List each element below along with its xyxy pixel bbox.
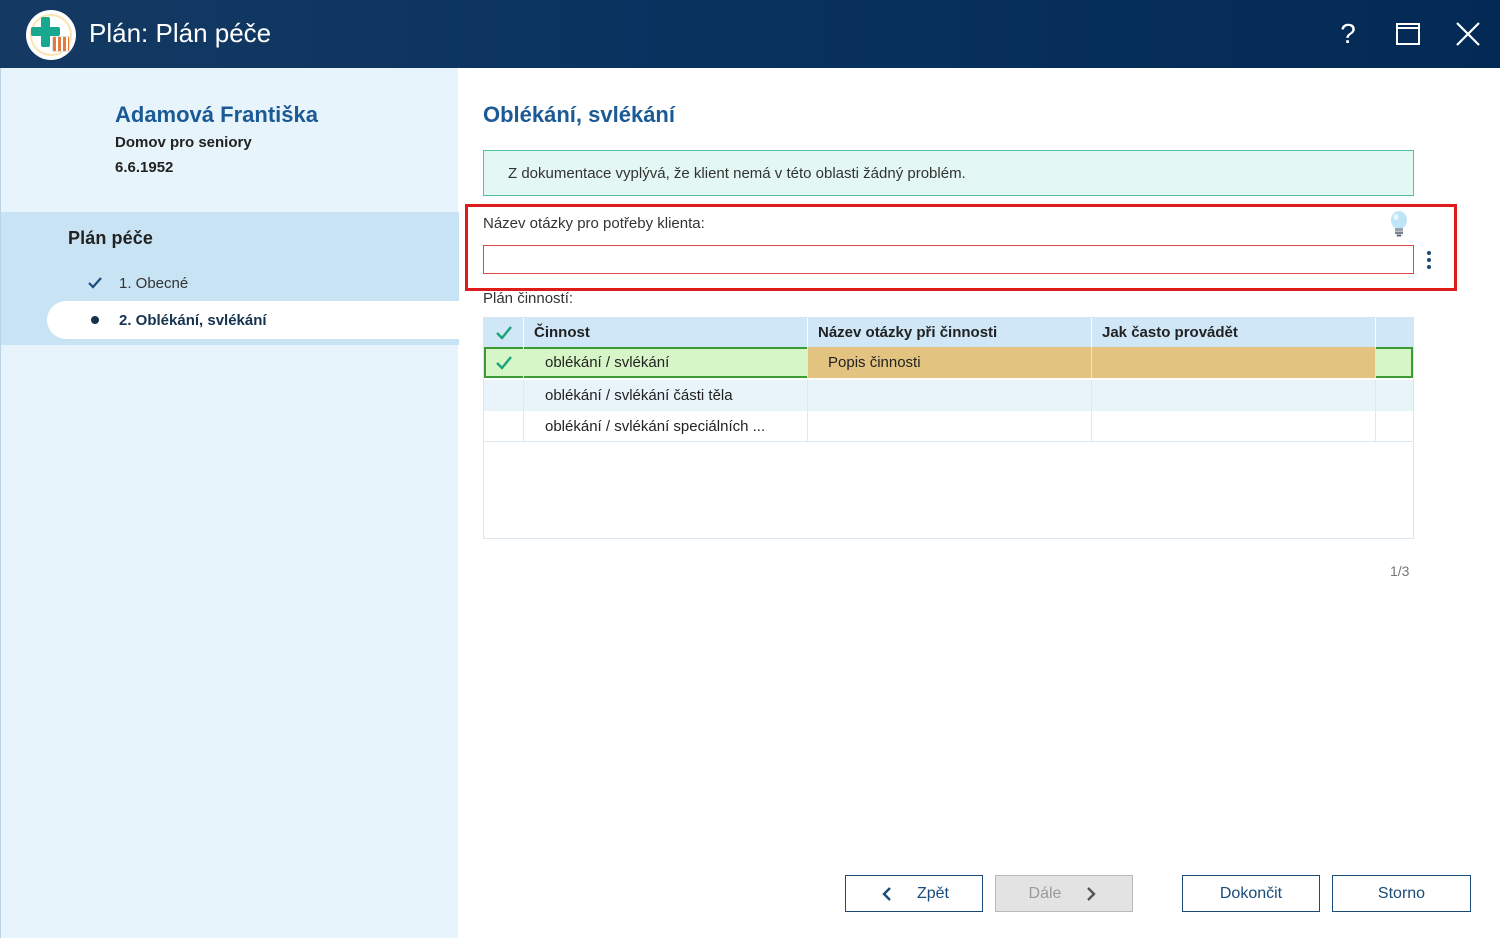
- question-label: Název otázky pro potřeby klienta:: [483, 215, 705, 232]
- question-cell[interactable]: Popis činnosti: [808, 347, 1092, 378]
- row-checkbox[interactable]: [484, 380, 524, 411]
- select-all-checkbox[interactable]: [484, 318, 524, 347]
- maximize-button[interactable]: [1386, 12, 1430, 56]
- question-cell[interactable]: [808, 380, 1092, 411]
- help-button[interactable]: ?: [1326, 12, 1370, 56]
- nav-step-label: 1. Obecné: [119, 274, 189, 292]
- frequency-cell[interactable]: [1092, 380, 1376, 411]
- back-button-label: Zpět: [916, 884, 949, 902]
- nav-step-dressing[interactable]: 2. Oblékání, svlékání: [47, 301, 459, 339]
- activity-cell[interactable]: oblékání / svlékání části těla: [524, 380, 808, 411]
- column-header-question[interactable]: Název otázky při činnosti: [808, 318, 1092, 347]
- row-checkbox[interactable]: [484, 411, 524, 442]
- finish-button-label: Dokončit: [1219, 884, 1283, 902]
- back-button[interactable]: Zpět: [845, 875, 983, 912]
- grid-pager: 1/3: [1390, 563, 1410, 579]
- grid-header: Činnost Název otázky při činnosti Jak ča…: [484, 318, 1413, 347]
- chevron-left-icon: [882, 886, 891, 901]
- info-message: Z dokumentace vyplývá, že klient nemá v …: [483, 150, 1414, 196]
- nav-step-label: 2. Oblékání, svlékání: [119, 311, 267, 329]
- help-icon: ?: [1340, 18, 1356, 49]
- row-checkbox[interactable]: [484, 347, 524, 378]
- frequency-cell[interactable]: [1092, 347, 1376, 378]
- step-navigation: Plán péče 1. Obecné 2. Oblékání, svlékán…: [1, 212, 459, 345]
- page-title: Oblékání, svlékání: [483, 102, 675, 127]
- table-row[interactable]: oblékání / svlékání Popis činnosti: [484, 347, 1413, 378]
- patient-name: Adamová Františka: [115, 102, 318, 127]
- chevron-right-icon: [1087, 886, 1097, 901]
- nav-step-general[interactable]: 1. Obecné: [47, 264, 459, 302]
- column-header-activity[interactable]: Činnost: [524, 318, 808, 347]
- app-logo-icon: [26, 10, 76, 60]
- info-message-text: Z dokumentace vyplývá, že klient nemá v …: [508, 164, 966, 182]
- window-title: Plán: Plán péče: [89, 18, 272, 48]
- extra-cell: [1376, 347, 1413, 378]
- table-row[interactable]: oblékání / svlékání speciálních ...: [484, 411, 1413, 442]
- cancel-button-label: Storno: [1377, 884, 1426, 902]
- left-panel: Adamová Františka Domov pro seniory 6.6.…: [0, 68, 459, 938]
- activity-cell[interactable]: oblékání / svlékání speciálních ...: [524, 411, 808, 442]
- column-header-frequency[interactable]: Jak často provádět: [1092, 318, 1376, 347]
- checkmark-icon: [88, 277, 102, 289]
- column-header-extra: [1376, 318, 1413, 347]
- activity-plan-label: Plán činností:: [483, 290, 574, 307]
- bullet-icon: [91, 316, 99, 324]
- patient-organization: Domov pro seniory: [115, 134, 252, 151]
- activity-cell[interactable]: oblékání / svlékání: [524, 347, 808, 378]
- next-button[interactable]: Dále: [995, 875, 1133, 912]
- patient-birth-date: 6.6.1952: [115, 159, 174, 176]
- finish-button[interactable]: Dokončit: [1182, 875, 1320, 912]
- maximize-icon: [1396, 23, 1420, 45]
- cancel-button[interactable]: Storno: [1332, 875, 1471, 912]
- close-button[interactable]: [1446, 12, 1490, 56]
- checkmark-icon: [495, 355, 512, 370]
- close-icon: [1456, 22, 1480, 46]
- question-input[interactable]: [483, 245, 1414, 274]
- lightbulb-icon[interactable]: [1388, 210, 1410, 238]
- extra-cell: [1376, 380, 1413, 411]
- nav-header: Plán péče: [68, 228, 153, 248]
- activity-grid: Činnost Název otázky při činnosti Jak ča…: [483, 317, 1414, 539]
- checkmark-icon: [495, 325, 512, 340]
- table-row[interactable]: oblékání / svlékání části těla: [484, 380, 1413, 411]
- more-options-icon[interactable]: [1419, 245, 1439, 274]
- question-cell[interactable]: [808, 411, 1092, 442]
- extra-cell: [1376, 411, 1413, 442]
- title-bar: Plán: Plán péče ?: [0, 0, 1500, 68]
- frequency-cell[interactable]: [1092, 411, 1376, 442]
- next-button-label: Dále: [1028, 884, 1062, 902]
